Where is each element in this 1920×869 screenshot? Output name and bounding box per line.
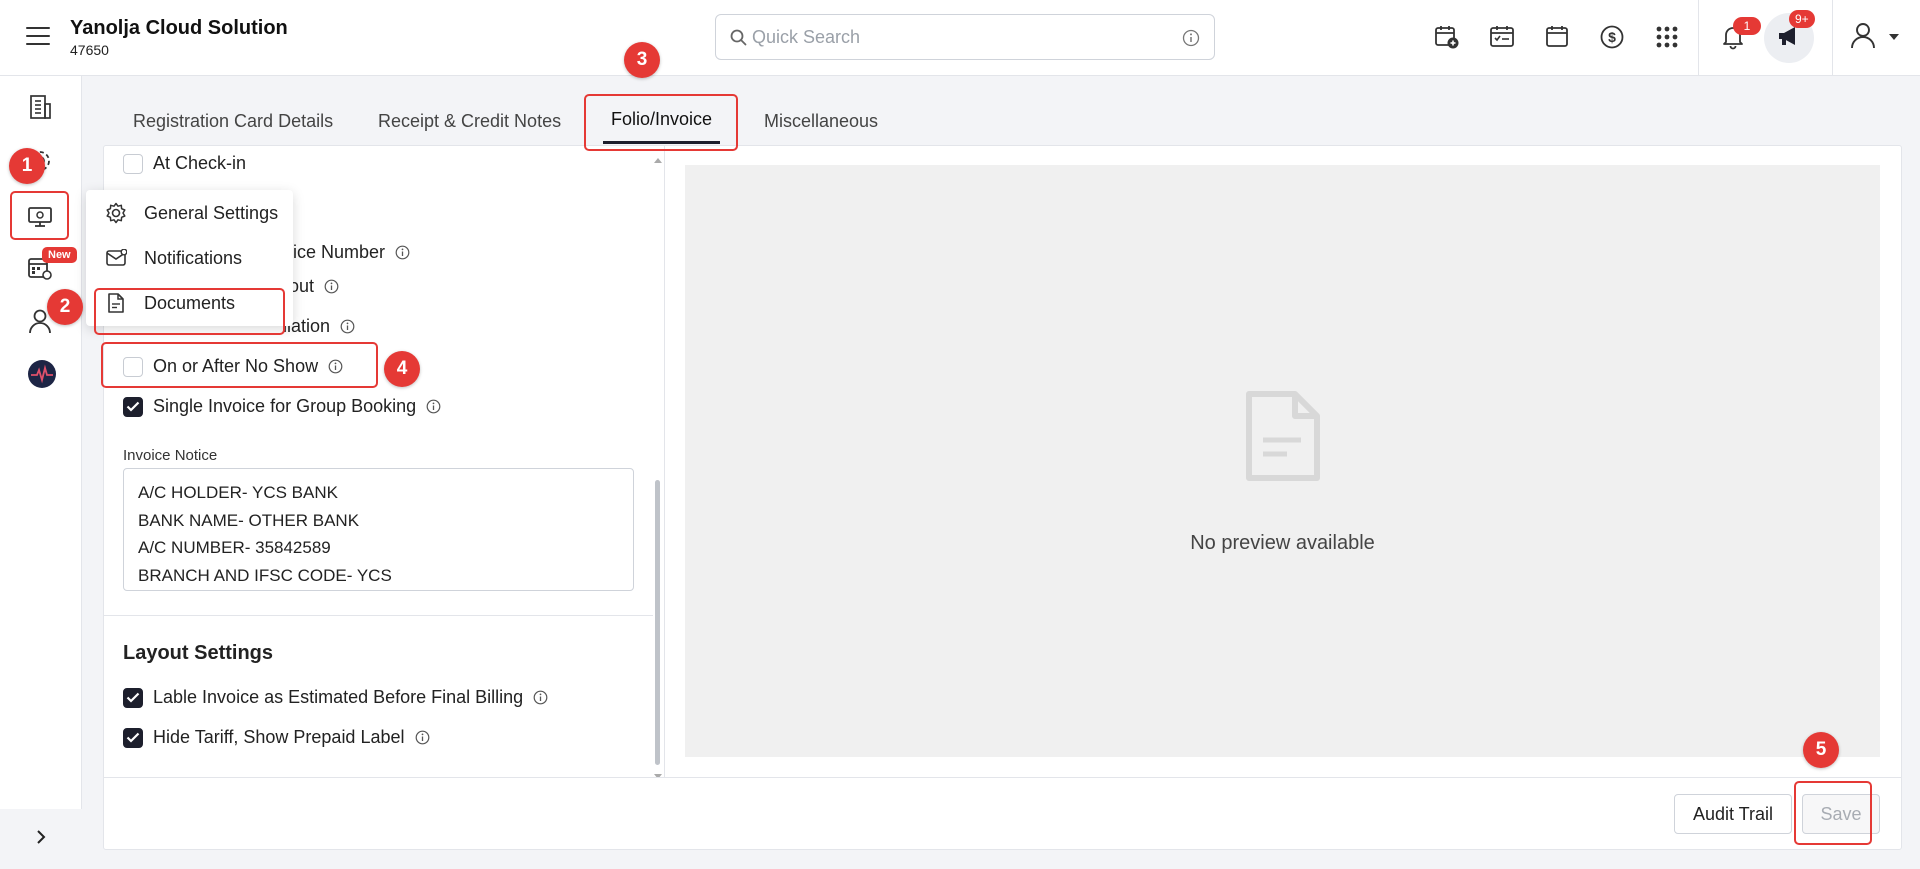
annotation-marker-step5: 5	[1803, 732, 1839, 768]
menu-item-general-settings[interactable]: General Settings	[86, 190, 293, 236]
announcement-count-badge: 9+	[1789, 10, 1815, 28]
building-icon[interactable]	[25, 92, 55, 122]
invoice-notice-label: Invoice Notice	[123, 447, 218, 464]
header-divider	[1832, 0, 1833, 76]
annotation-box-step3	[584, 94, 738, 151]
at-checkin-label: At Check-in	[153, 153, 247, 173]
menu-item-label: Notifications	[144, 247, 243, 268]
invoice-notice-line: BRANCH AND IFSC CODE- YCS	[138, 565, 392, 585]
info-icon[interactable]	[1182, 29, 1200, 52]
cancellation-option: llation	[283, 316, 355, 337]
new-badge: New	[42, 247, 77, 263]
at-checkin-checkbox[interactable]	[123, 153, 143, 174]
menu-item-notifications[interactable]: Notifications	[86, 235, 293, 281]
info-icon[interactable]	[426, 399, 441, 414]
single-invoice-label: Single Invoice for Group Booking	[153, 396, 417, 416]
info-icon[interactable]	[324, 279, 339, 294]
settings-scrollbar[interactable]	[654, 150, 662, 777]
label-estimated-label: Lable Invoice as Estimated Before Final …	[153, 687, 524, 707]
apps-grid-icon[interactable]	[1652, 22, 1682, 52]
calendar-icon[interactable]	[1542, 22, 1572, 52]
info-icon[interactable]	[415, 730, 430, 745]
annotation-marker-step2: 2	[47, 289, 83, 325]
no-preview-text: No preview available	[1190, 532, 1375, 554]
annotation-box-step4	[101, 342, 378, 388]
chevron-down-icon	[1888, 28, 1900, 46]
brand-name: Yanolja Cloud Solution	[70, 17, 288, 39]
top-header: Yanolja Cloud Solution 47650 $ 1	[0, 0, 1920, 76]
expand-sidebar-button[interactable]	[0, 809, 82, 869]
label-estimated-option[interactable]: Lable Invoice as Estimated Before Final …	[123, 687, 548, 708]
invoice-notice-line: A/C NUMBER- 35842589	[138, 538, 331, 557]
invoice-notice-line: A/C HOLDER- YCS BANK	[138, 483, 338, 502]
annotation-marker-step3: 3	[624, 42, 660, 78]
hide-tariff-label: Hide Tariff, Show Prepaid Label	[153, 727, 405, 747]
info-icon[interactable]	[340, 319, 355, 334]
single-invoice-option[interactable]: Single Invoice for Group Booking	[123, 396, 441, 417]
header-divider	[1698, 0, 1699, 76]
invoice-number-label: oice Number	[283, 242, 386, 262]
annotation-box-step2	[94, 288, 285, 335]
single-invoice-checkbox[interactable]	[123, 396, 143, 417]
info-icon[interactable]	[395, 245, 410, 260]
menu-item-label: General Settings	[144, 202, 279, 223]
document-placeholder-icon	[1245, 390, 1321, 487]
tab-miscellaneous[interactable]: Miscellaneous	[764, 98, 878, 144]
user-menu[interactable]	[1842, 22, 1906, 52]
at-checkin-option[interactable]: At Check-in	[123, 153, 246, 174]
search-icon	[730, 29, 747, 51]
gear-icon	[104, 202, 128, 224]
mail-icon	[104, 249, 128, 267]
invoice-preview-area: No preview available	[685, 165, 1880, 757]
annotation-marker-step4: 4	[384, 351, 420, 387]
tab-receipt-credit-notes[interactable]: Receipt & Credit Notes	[378, 98, 561, 144]
scroll-up-icon[interactable]	[654, 150, 662, 168]
info-icon[interactable]	[533, 690, 548, 705]
invoice-notice-line: BANK NAME- OTHER BANK	[138, 510, 360, 530]
layout-settings-title: Layout Settings	[123, 642, 274, 664]
notification-count-badge: 1	[1733, 17, 1761, 35]
annotation-box-step1	[10, 191, 69, 240]
scrollbar-thumb[interactable]	[655, 480, 660, 765]
dollar-icon[interactable]: $	[1597, 22, 1627, 52]
svg-text:$: $	[1608, 29, 1616, 45]
user-icon	[1848, 20, 1878, 55]
analytics-pulse-icon[interactable]	[27, 359, 57, 389]
calendar-check-icon[interactable]	[1487, 22, 1517, 52]
hamburger-menu-icon[interactable]	[26, 27, 50, 47]
hide-tariff-checkbox[interactable]	[123, 727, 143, 748]
invoice-notice-textarea[interactable]: A/C HOLDER- YCS BANK BANK NAME- OTHER BA…	[123, 468, 634, 591]
invoice-number-option: oice Number	[283, 242, 410, 263]
property-id: 47650	[70, 42, 109, 58]
hide-tariff-option[interactable]: Hide Tariff, Show Prepaid Label	[123, 727, 430, 748]
section-divider	[103, 615, 653, 616]
tab-registration-card-details[interactable]: Registration Card Details	[133, 98, 333, 144]
search-input[interactable]	[752, 25, 1152, 49]
quick-search-box[interactable]	[715, 14, 1215, 60]
footer-divider	[103, 777, 1902, 778]
label-estimated-checkbox[interactable]	[123, 687, 143, 708]
annotation-box-step5	[1794, 781, 1872, 845]
scroll-down-icon[interactable]	[654, 767, 662, 777]
add-reservation-icon[interactable]	[1432, 22, 1462, 52]
audit-trail-button[interactable]: Audit Trail	[1674, 794, 1792, 834]
brand: Yanolja Cloud Solution 47650	[70, 17, 288, 58]
chevron-right-icon	[36, 829, 46, 850]
annotation-marker-step1: 1	[9, 148, 45, 184]
